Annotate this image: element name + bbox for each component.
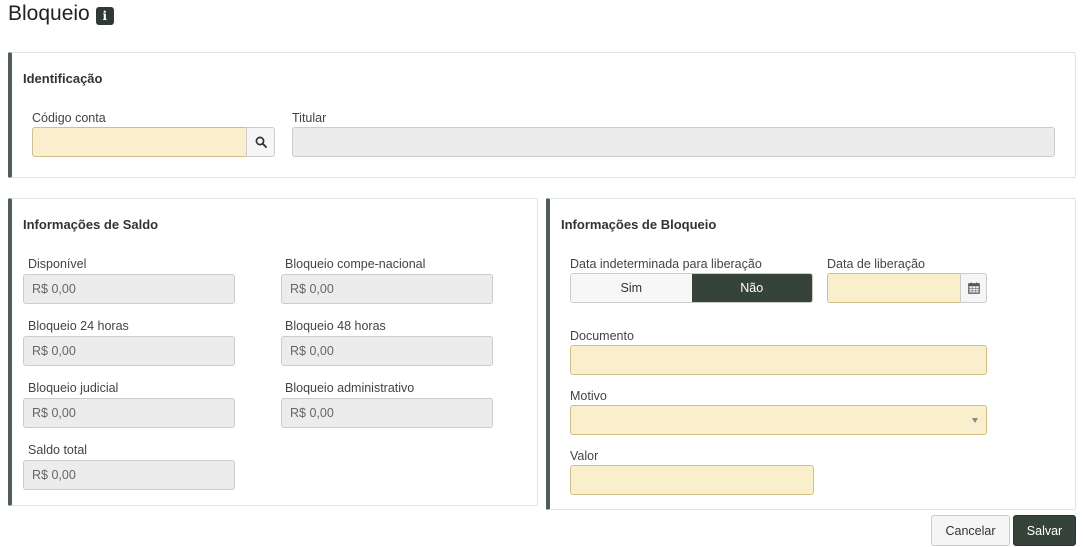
- save-button[interactable]: Salvar: [1013, 515, 1076, 546]
- bloqueio-title: Informações de Bloqueio: [561, 217, 717, 232]
- codigo-conta-input[interactable]: [32, 127, 248, 157]
- saldo-total-label: Saldo total: [28, 443, 88, 457]
- titular-label: Titular: [292, 111, 327, 125]
- bloqueio-24h-label: Bloqueio 24 horas: [28, 319, 129, 333]
- data-liberacao-input[interactable]: [827, 273, 962, 303]
- bloqueio-48h-field: R$ 0,00: [281, 336, 493, 366]
- disponivel-label: Disponível: [28, 257, 87, 271]
- titular-field: [292, 127, 1055, 157]
- toggle-sim-option[interactable]: Sim: [571, 274, 692, 302]
- saldo-panel: Informações de Saldo Disponível R$ 0,00 …: [8, 198, 538, 506]
- data-liberacao-label: Data de liberação: [827, 257, 925, 271]
- chevron-down-icon: [972, 418, 978, 423]
- documento-label: Documento: [570, 329, 634, 343]
- identificacao-panel: Identificação Código conta Titular: [8, 52, 1076, 178]
- valor-label: Valor: [570, 449, 599, 463]
- documento-input[interactable]: [570, 345, 987, 375]
- saldo-title: Informações de Saldo: [23, 217, 159, 232]
- valor-input[interactable]: [570, 465, 814, 495]
- motivo-label: Motivo: [570, 389, 607, 403]
- cancel-button[interactable]: Cancelar: [931, 515, 1010, 546]
- calendar-icon: [967, 282, 980, 294]
- data-indeterminada-label: Data indeterminada para liberação: [570, 257, 762, 271]
- bloqueio-48h-label: Bloqueio 48 horas: [285, 319, 386, 333]
- page-header: Bloqueio i: [8, 2, 114, 26]
- disponivel-field: R$ 0,00: [23, 274, 235, 304]
- data-indeterminada-toggle[interactable]: Sim Não: [570, 273, 813, 303]
- page-title: Bloqueio: [8, 2, 90, 25]
- bloqueio-panel: Informações de Bloqueio Data indetermina…: [546, 198, 1076, 510]
- bloqueio-compe-label: Bloqueio compe-nacional: [285, 257, 426, 271]
- search-icon: [255, 136, 267, 148]
- calendar-button[interactable]: [960, 273, 987, 303]
- info-icon[interactable]: i: [95, 6, 114, 25]
- saldo-total-field: R$ 0,00: [23, 460, 235, 490]
- toggle-nao-option[interactable]: Não: [691, 274, 812, 302]
- bloqueio-judicial-label: Bloqueio judicial: [28, 381, 119, 395]
- search-button[interactable]: [246, 127, 275, 157]
- identificacao-title: Identificação: [23, 71, 103, 86]
- motivo-select[interactable]: [570, 405, 987, 435]
- bloqueio-administrativo-label: Bloqueio administrativo: [285, 381, 415, 395]
- bloqueio-administrativo-field: R$ 0,00: [281, 398, 493, 428]
- bloqueio-compe-field: R$ 0,00: [281, 274, 493, 304]
- bloqueio-24h-field: R$ 0,00: [23, 336, 235, 366]
- codigo-conta-label: Código conta: [32, 111, 106, 125]
- bloqueio-judicial-field: R$ 0,00: [23, 398, 235, 428]
